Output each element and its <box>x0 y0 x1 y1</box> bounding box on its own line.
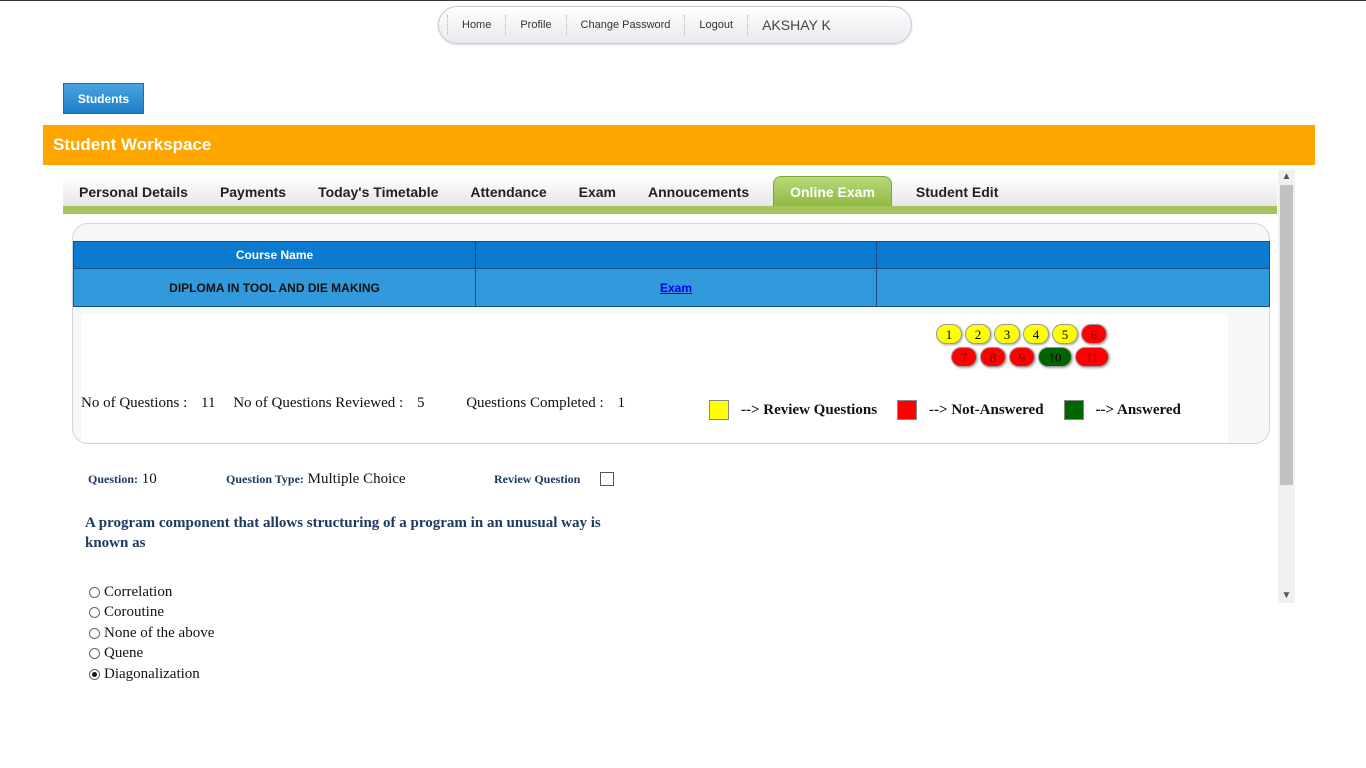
status-legend: --> Review Questions --> Not-Answered --… <box>709 400 1201 420</box>
nav-profile-link[interactable]: Profile <box>505 15 565 35</box>
question-bubble-2[interactable]: 2 <box>965 324 991 344</box>
question-bubble-8[interactable]: 8 <box>980 347 1006 367</box>
tab-annoucements[interactable]: Annoucements <box>632 176 765 207</box>
option-label: Correlation <box>104 583 173 600</box>
question-navigator: 1 2 3 4 5 6 7 8 9 10 11 <box>936 324 1116 372</box>
legend-review-label: --> Review Questions <box>741 401 878 418</box>
course-name-cell: DIPLOMA IN TOOL AND DIE MAKING <box>73 268 476 307</box>
nav-home-link[interactable]: Home <box>447 15 505 35</box>
tab-exam[interactable]: Exam <box>563 176 632 207</box>
legend-not-answered-swatch <box>897 400 918 420</box>
question-number-value: 10 <box>141 471 157 487</box>
question-bubble-11[interactable]: 11 <box>1075 347 1109 367</box>
user-name: AKSHAY K <box>747 15 831 35</box>
legend-not-answered-label: --> Not-Answered <box>929 401 1044 418</box>
tab-payments[interactable]: Payments <box>204 176 302 207</box>
question-bubble-4[interactable]: 4 <box>1023 324 1049 344</box>
nav-change-password-link[interactable]: Change Password <box>565 15 685 35</box>
table-header-row: Course Name <box>73 241 1270 269</box>
legend-answered-label: --> Answered <box>1095 401 1181 418</box>
scroll-up-icon[interactable]: ▲ <box>1278 170 1295 184</box>
question-bubble-10[interactable]: 10 <box>1038 347 1072 367</box>
option-label: Coroutine <box>104 604 164 621</box>
exam-link-cell: Exam <box>475 268 877 307</box>
scroll-down-icon[interactable]: ▼ <box>1278 589 1295 603</box>
table-row: DIPLOMA IN TOOL AND DIE MAKING Exam <box>73 268 1270 307</box>
review-question: Review Question <box>494 471 580 488</box>
tab-todays-timetable[interactable]: Today's Timetable <box>302 176 454 207</box>
option-label: None of the above <box>104 624 215 641</box>
review-question-checkbox[interactable] <box>600 472 614 486</box>
exam-stats: No of Questions : 11 No of Questions Rev… <box>81 395 625 412</box>
completed-label: Questions Completed : <box>466 395 604 411</box>
table-header-empty <box>475 241 877 269</box>
answer-option[interactable]: None of the above <box>89 623 214 644</box>
radio-button[interactable] <box>89 586 100 598</box>
tab-personal-details[interactable]: Personal Details <box>63 176 204 207</box>
answer-option[interactable]: Diagonalization <box>89 664 214 685</box>
question-bubble-6[interactable]: 6 <box>1081 324 1107 344</box>
radio-button[interactable] <box>89 648 100 660</box>
question-type: Question Type: Multiple Choice <box>226 471 406 488</box>
top-nav: Home Profile Change Password Logout AKSH… <box>438 6 912 44</box>
answer-option[interactable]: Correlation <box>89 582 214 603</box>
workspace-title: Student Workspace <box>43 125 1315 165</box>
radio-button[interactable] <box>89 607 100 619</box>
table-header-empty <box>876 241 1270 269</box>
exam-link[interactable]: Exam <box>660 281 692 295</box>
question-type-label: Question Type: <box>226 472 304 486</box>
answer-option[interactable]: Coroutine <box>89 603 214 624</box>
legend-answered-swatch <box>1063 400 1084 420</box>
completed-value: 1 <box>617 395 625 411</box>
no-questions-label: No of Questions : <box>81 395 188 411</box>
question-bubble-1[interactable]: 1 <box>936 324 962 344</box>
answer-option[interactable]: Quene <box>89 644 214 665</box>
tab-online-exam[interactable]: Online Exam <box>773 176 892 207</box>
question-text: A program component that allows structur… <box>85 515 601 551</box>
question-bubble-9[interactable]: 9 <box>1009 347 1035 367</box>
option-label: Quene <box>104 645 144 662</box>
review-question-label: Review Question <box>494 472 581 486</box>
scroll-thumb[interactable] <box>1280 185 1293 485</box>
tab-attendance[interactable]: Attendance <box>454 176 562 207</box>
students-button[interactable]: Students <box>63 83 144 114</box>
radio-button-selected[interactable] <box>89 668 100 680</box>
top-border <box>0 0 1366 1</box>
no-questions-value: 11 <box>201 395 216 411</box>
content-scrollbar[interactable]: ▲ ▼ <box>1278 170 1295 603</box>
reviewed-value: 5 <box>416 395 425 411</box>
course-name-header: Course Name <box>73 241 476 269</box>
course-table: Course Name DIPLOMA IN TOOL AND DIE MAKI… <box>73 241 1270 307</box>
table-cell-empty <box>876 268 1270 307</box>
question-bubble-3[interactable]: 3 <box>994 324 1020 344</box>
tabs-underline <box>63 206 1277 214</box>
question-bubble-7[interactable]: 7 <box>951 347 977 367</box>
option-label: Diagonalization <box>104 665 200 682</box>
question-number-label: Question: <box>88 472 139 486</box>
reviewed-label: No of Questions Reviewed : <box>233 395 404 411</box>
radio-button[interactable] <box>89 627 100 639</box>
legend-review-swatch <box>709 400 729 420</box>
question-type-value: Multiple Choice <box>307 471 406 487</box>
question-number: Question: 10 <box>88 471 157 488</box>
nav-logout-link[interactable]: Logout <box>684 15 747 35</box>
tab-student-edit[interactable]: Student Edit <box>900 176 1014 207</box>
tabs-bar: Personal Details Payments Today's Timeta… <box>63 176 1277 207</box>
answer-options: Correlation Coroutine None of the above … <box>89 582 214 685</box>
question-bubble-5[interactable]: 5 <box>1052 324 1078 344</box>
